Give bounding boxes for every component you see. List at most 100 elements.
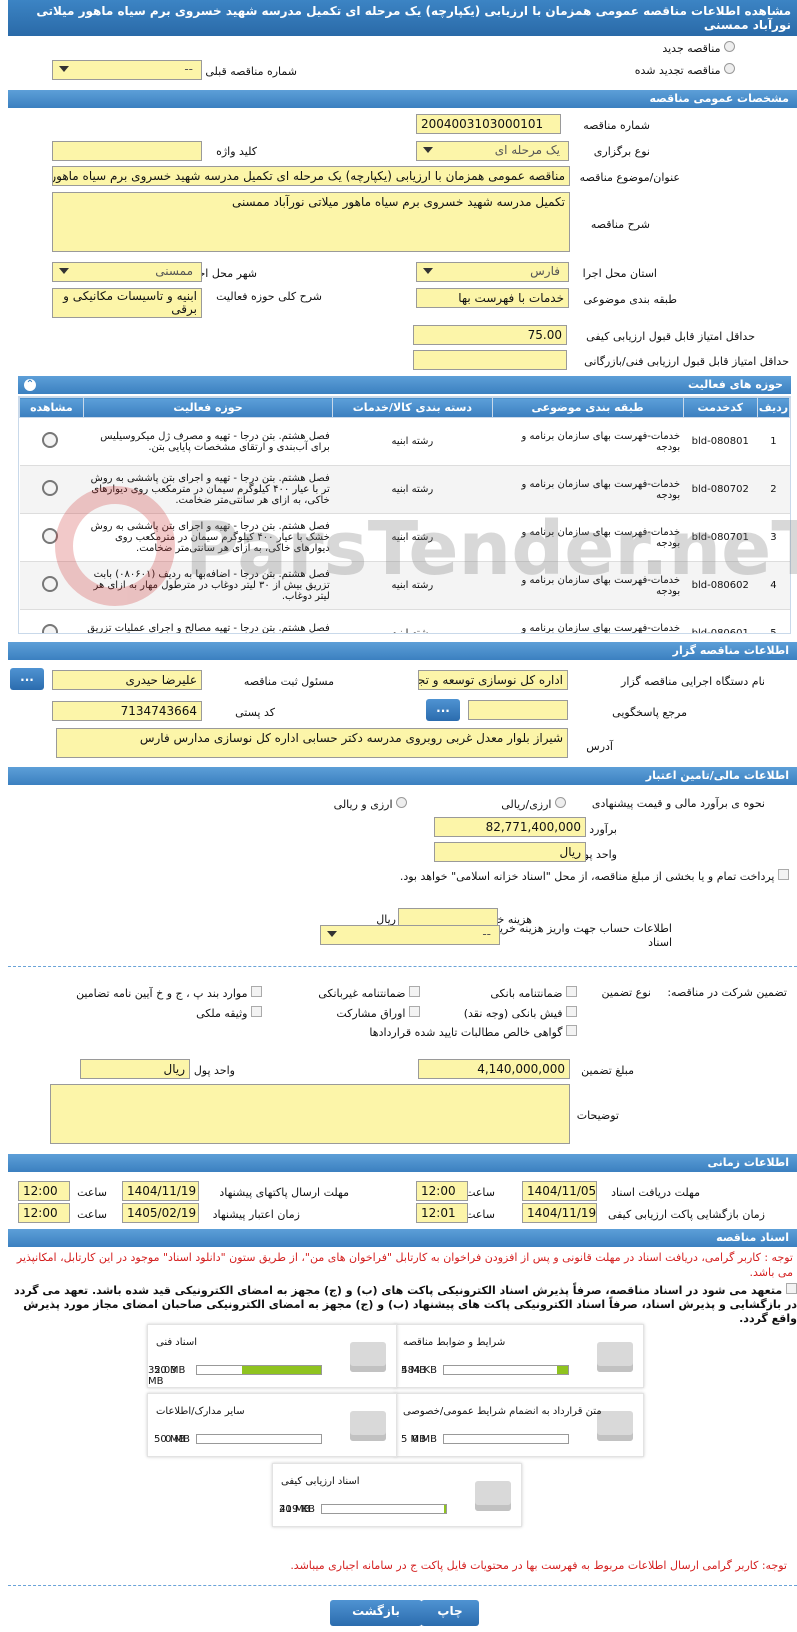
account-select[interactable]: --: [320, 925, 500, 945]
guarantee-opt-3[interactable]: فیش بانکی (وجه نقد): [464, 1006, 577, 1020]
row-category: خدمات-فهرست بهای سازمان برنامه و بودجه: [492, 609, 684, 633]
col-no: ردیف: [756, 397, 790, 418]
row-code: bld-080701: [683, 513, 758, 562]
ref-field[interactable]: [468, 700, 568, 720]
subject-label: عنوان/موضوع مناقصه: [579, 171, 680, 184]
guarantee-checkbox[interactable]: [566, 1006, 577, 1017]
guarantee-checkbox[interactable]: [251, 986, 262, 997]
opening-time: 12:01: [416, 1203, 468, 1223]
prev-tender-label: شماره مناقصه قبلی: [205, 65, 297, 78]
col-activity: حوزه فعالیت: [82, 397, 334, 418]
time-label: ساعت: [77, 1186, 107, 1199]
print-button[interactable]: چاپ: [421, 1600, 479, 1626]
ref-browse-button[interactable]: ...: [426, 699, 460, 721]
row-code: bld-080702: [683, 465, 758, 514]
chevron-down-icon: [423, 147, 433, 153]
doc-file-card[interactable]: اسناد ارزیابی کیفی 419 KB 20 MB: [272, 1463, 522, 1527]
renewed-tender-option[interactable]: مناقصه تجدید شده: [635, 63, 735, 77]
doc-file-name: شرایط و ضوابط مناقصه: [403, 1337, 506, 1348]
doc-file-max: 20 MB: [279, 1504, 311, 1515]
guarantee-opt-1[interactable]: ضمانتنامه غیربانکی: [318, 986, 420, 1000]
table-row: 4 bld-080602 خدمات-فهرست بهای سازمان برنام…: [19, 561, 790, 610]
doc-file-name: اسناد ارزیابی کیفی: [281, 1476, 360, 1487]
doc-file-max: 5 MB: [401, 1434, 427, 1445]
guarantee-currency-field: ریال: [80, 1059, 190, 1079]
progress-fill: [443, 1505, 446, 1513]
doc-file-card[interactable]: شرایط و ضوابط مناقصه 484 KB 5 MB: [394, 1324, 644, 1388]
folder-icon: [475, 1481, 511, 1511]
commit-checkbox[interactable]: [786, 1283, 797, 1294]
guarantee-opt-5[interactable]: وثیقه ملکی: [196, 1006, 262, 1020]
treasury-checkbox[interactable]: [778, 869, 789, 880]
view-cell[interactable]: [19, 609, 84, 633]
guarantee-checkbox[interactable]: [566, 986, 577, 997]
city-select[interactable]: ممسنی: [52, 262, 202, 282]
fx-radio[interactable]: [396, 797, 407, 808]
guarantee-type-label: نوع تضمین: [601, 986, 651, 999]
row-no: 1: [757, 417, 790, 466]
collapse-icon[interactable]: ⌃: [24, 379, 36, 391]
tender-no-label: شماره مناقصه: [583, 119, 650, 132]
guarantee-opt-2[interactable]: موارد بند پ ، ج و خ آیین نامه تضامین: [76, 986, 262, 1000]
section-timing: اطلاعات زمانی: [8, 1154, 797, 1172]
divider: [8, 1585, 797, 1586]
guarantee-amount-field: 4,140,000,000: [418, 1059, 570, 1079]
commit-option: متعهد می شود در اسناد مناقصه، صرفاً پذیر…: [14, 1283, 797, 1325]
view-cell[interactable]: [19, 417, 84, 466]
guarantee-opt-0[interactable]: ضمانتنامه بانکی: [490, 986, 577, 1000]
view-cell[interactable]: [19, 513, 84, 562]
magnifier-icon[interactable]: [41, 624, 58, 633]
magnifier-icon[interactable]: [41, 528, 58, 544]
guarantee-checkbox[interactable]: [566, 1025, 577, 1036]
registrar-more-button[interactable]: ...: [10, 668, 44, 690]
activity-desc-field: ابنیه و تاسیسات مکانیکی و برقی: [52, 288, 202, 318]
folder-icon: [350, 1411, 386, 1441]
type-select[interactable]: یک مرحله ای: [416, 141, 569, 161]
keyword-field[interactable]: [52, 141, 202, 161]
guarantee-checkbox[interactable]: [409, 1006, 420, 1017]
doc-file-progress: [196, 1365, 322, 1375]
renewed-tender-radio[interactable]: [724, 63, 735, 74]
province-select[interactable]: فارس: [416, 262, 569, 282]
view-cell[interactable]: [19, 561, 84, 610]
doc-file-progress: [321, 1504, 447, 1514]
row-no: 4: [757, 561, 790, 610]
prev-tender-select[interactable]: --: [52, 60, 202, 80]
doc-file-card[interactable]: سایر مدارک/اطلاعات 0 MB 50 MB: [147, 1393, 397, 1457]
magnifier-icon[interactable]: [41, 480, 58, 496]
doc-file-card[interactable]: اسناد فنی 32.03 MB 50 MB: [147, 1324, 397, 1388]
rial-radio[interactable]: [555, 797, 566, 808]
validity-time: 12:00: [18, 1203, 70, 1223]
chevron-down-icon: [59, 66, 69, 72]
guarantee-opt-4[interactable]: اوراق مشارکت: [336, 1006, 420, 1020]
activity-table: ردیف کدخدمت طبقه بندی موضوعی دسته بندی ک…: [18, 396, 791, 634]
address-label: آدرس: [586, 740, 613, 753]
col-group: دسته بندی کالا/خدمات: [332, 397, 493, 418]
magnifier-icon[interactable]: [41, 576, 58, 592]
option-rial[interactable]: ارزی/ریالی: [501, 797, 566, 811]
magnifier-icon[interactable]: [41, 432, 58, 448]
view-cell[interactable]: [19, 465, 84, 514]
doc-file-name: اسناد فنی: [156, 1337, 197, 1348]
guarantee-opt-6[interactable]: گواهی خالص مطالبات تایید شده قراردادها: [369, 1025, 577, 1039]
option-fx[interactable]: ارزی و ریالی: [334, 797, 407, 811]
row-no: 2: [757, 465, 790, 514]
row-activity: فصل هشتم. بتن درجا - اضافه‌بها به ردیف (…: [83, 561, 333, 610]
guarantee-checkbox[interactable]: [251, 1006, 262, 1017]
col-code: کدخدمت: [682, 397, 758, 418]
submit-date: 1404/11/19: [122, 1181, 199, 1201]
new-tender-option[interactable]: مناقصه جدید: [662, 41, 735, 55]
row-no: 5: [757, 609, 790, 633]
table-row: 2 bld-080702 خدمات-فهرست بهای سازمان برنام…: [19, 465, 790, 514]
doc-file-card[interactable]: متن قرارداد به انضمام شرایط عمومی/خصوصی 0…: [394, 1393, 644, 1457]
new-tender-radio[interactable]: [724, 41, 735, 52]
guarantee-checkbox[interactable]: [409, 986, 420, 997]
doc-file-progress: [443, 1365, 569, 1375]
category-label: طبقه بندی موضوعی: [583, 293, 677, 306]
time-label: ساعت: [465, 1208, 495, 1221]
treasury-option[interactable]: پرداخت تمام و یا بخشی از مبلغ مناقصه، از…: [349, 869, 789, 884]
min-quality-field: 75.00: [413, 325, 567, 345]
registrar-label: مسئول ثبت مناقصه: [243, 675, 334, 688]
tender-no-field: 2004003103000101: [416, 114, 561, 134]
back-button[interactable]: بازگشت: [330, 1600, 422, 1626]
